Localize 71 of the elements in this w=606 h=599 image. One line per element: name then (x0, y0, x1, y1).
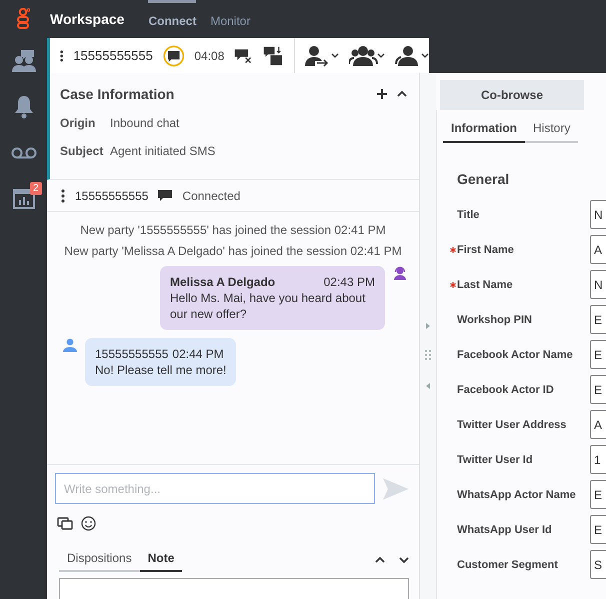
bell-icon (14, 95, 34, 119)
logo-icon (16, 8, 30, 30)
text-field[interactable]: E (590, 480, 606, 509)
timer: 04:08 (194, 48, 224, 62)
collapse-icon[interactable] (397, 91, 407, 97)
system-message: New party 'Melissa A Delgado' has joined the session 02:41 PM (63, 245, 403, 258)
field-label: Last Name (457, 278, 513, 290)
text-field[interactable]: A (590, 235, 606, 264)
field-label: Subject (60, 144, 104, 158)
bar-chart-icon (12, 189, 34, 209)
text-field[interactable]: S (590, 550, 606, 579)
field-label: Facebook Actor ID (457, 384, 554, 396)
more-icon[interactable] (60, 48, 64, 62)
tab[interactable]: Note (140, 547, 182, 572)
text-field[interactable]: 1 (590, 445, 606, 474)
count-badge: 2 (30, 182, 42, 195)
co-browse-button[interactable]: Co-browse (440, 80, 584, 110)
message-text: Hello Ms. Mai, have you heard about our new offer? (170, 290, 366, 322)
party-number: 15555555555 (75, 188, 148, 202)
text-field[interactable]: E (590, 305, 606, 334)
consult-dropdown[interactable] (394, 44, 429, 66)
nav-tab[interactable]: Monitor (210, 0, 262, 38)
field-label: Workshop PIN (457, 314, 532, 326)
transfer-dropdown[interactable] (304, 44, 339, 66)
field-label: Origin (60, 116, 96, 130)
message-input[interactable]: Write something... (55, 473, 376, 504)
sender-name: 15555555555 (95, 346, 168, 362)
canned-responses-icon[interactable] (57, 516, 73, 530)
conference-dropdown[interactable] (348, 44, 385, 66)
message-time: 02:43 PM (324, 274, 375, 290)
text-field[interactable]: A (590, 410, 606, 439)
expand-icon[interactable] (399, 556, 409, 562)
field-label: WhatsApp User Id (457, 524, 552, 536)
text-field[interactable]: E (590, 340, 606, 369)
text-field[interactable]: E (590, 375, 606, 404)
field-label: Customer Segment (457, 558, 558, 570)
chat-timer-icon (162, 42, 184, 68)
more-icon[interactable] (61, 188, 65, 202)
panel-title: Case Information (60, 86, 176, 102)
status-text: Connected (182, 188, 240, 202)
text-field[interactable]: N (590, 200, 606, 229)
tab[interactable]: Dispositions (59, 547, 140, 572)
tab[interactable]: Information (443, 118, 525, 143)
splitter-handle-icon[interactable] (424, 323, 432, 389)
phone-number: 15555555555 (73, 48, 153, 63)
message-text: No! Please tell me more! (95, 362, 226, 378)
field-value: Agent initiated SMS (110, 144, 216, 158)
text-field[interactable]: E (590, 515, 606, 544)
customer-person-icon (63, 338, 77, 352)
field-label: Twitter User Id (457, 454, 533, 466)
collapse-icon[interactable] (375, 556, 385, 562)
emoji-icon[interactable] (81, 516, 96, 531)
field-label: Facebook Actor Name (457, 348, 573, 360)
people-icon (10, 49, 36, 73)
app-title: Workspace (50, 11, 124, 27)
sender-name: Melissa A Delgado (170, 274, 276, 290)
message-time: 02:44 PM (172, 346, 224, 362)
add-icon[interactable] (377, 89, 387, 99)
chat-icon (158, 190, 172, 202)
voicemail-icon (10, 146, 36, 160)
field-label: Twitter User Address (457, 418, 566, 430)
field-value: Inbound chat (110, 116, 180, 130)
agent-headset-icon (393, 266, 407, 280)
section-title: General (457, 171, 510, 187)
text-field[interactable]: N (590, 270, 606, 299)
field-label: First Name (457, 244, 514, 256)
field-label: Title (457, 208, 480, 220)
tab[interactable]: History (525, 118, 578, 143)
system-message: New party '1555555555' has joined the session 02:41 PM (79, 224, 387, 237)
field-label: WhatsApp Actor Name (457, 488, 576, 500)
note-field[interactable] (59, 578, 409, 599)
